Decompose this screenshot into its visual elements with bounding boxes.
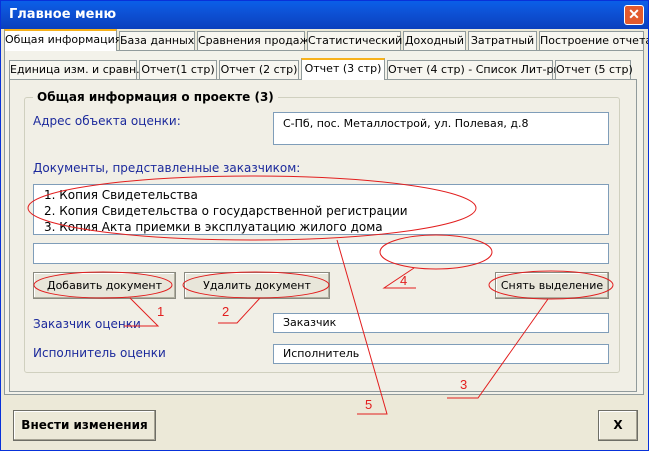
tab-sales-comparison[interactable]: Сравнения продаж	[197, 31, 309, 50]
window-close-button[interactable]: ✕	[624, 5, 644, 25]
documents-listbox[interactable]: 1. Копия Свидетельства 2. Копия Свидетел…	[33, 184, 609, 235]
window-title: Главное меню	[9, 7, 117, 22]
documents-label: Документы, представленные заказчиком:	[33, 161, 301, 175]
executor-label: Исполнитель оценки	[33, 346, 166, 360]
document-item[interactable]: 3. Копия Акта приемки в эксплуатацию жил…	[44, 219, 608, 235]
title-bar: Главное меню ✕	[1, 1, 648, 29]
tab-database[interactable]: База данных	[119, 31, 195, 50]
exit-button[interactable]: X	[598, 410, 638, 441]
deselect-button[interactable]: Снять выделение	[495, 272, 609, 299]
tab-general-info[interactable]: Общая информация	[4, 29, 121, 51]
tab-report-1[interactable]: Отчет(1 стр)	[139, 60, 217, 79]
tab-build-report[interactable]: Построение отчета	[539, 31, 648, 50]
add-document-button[interactable]: Добавить документ	[33, 272, 176, 299]
tab-statistical[interactable]: Статистический	[307, 31, 402, 50]
tab-report-2[interactable]: Отчет (2 стр)	[219, 60, 299, 79]
address-field[interactable]: С-Пб, пос. Металлострой, ул. Полевая, д.…	[273, 112, 609, 145]
executor-field[interactable]: Исполнитель	[273, 344, 609, 364]
sub-tab-strip: Единица изм. и сравн. Отчет(1 стр) Отчет…	[9, 58, 637, 80]
main-tab-strip: Общая информация База данных Сравнения п…	[4, 29, 648, 51]
document-item[interactable]: 2. Копия Свидетельства о государственной…	[44, 203, 608, 219]
tab-cost[interactable]: Затратный	[468, 31, 537, 50]
tab-income[interactable]: Доходный	[403, 31, 466, 50]
tab-report-5[interactable]: Отчет (5 стр)	[555, 60, 633, 79]
delete-document-button[interactable]: Удалить документ	[184, 272, 330, 299]
customer-label: Заказчик оценки	[33, 317, 141, 331]
apply-changes-button[interactable]: Внести изменения	[13, 410, 156, 441]
customer-field[interactable]: Заказчик	[273, 313, 609, 333]
address-label: Адрес объекта оценки:	[33, 114, 181, 128]
tab-report-4-literature[interactable]: Отчет (4 стр) - Список Лит-ры	[387, 60, 562, 79]
tab-report-3[interactable]: Отчет (3 стр)	[301, 58, 385, 80]
main-menu-window: Главное меню ✕ Общая информация База дан…	[0, 0, 649, 451]
group-title: Общая информация о проекте (3)	[33, 90, 278, 104]
tab-units[interactable]: Единица изм. и сравн.	[9, 60, 140, 79]
document-item[interactable]: 1. Копия Свидетельства	[44, 187, 608, 203]
new-document-input[interactable]	[33, 243, 609, 264]
